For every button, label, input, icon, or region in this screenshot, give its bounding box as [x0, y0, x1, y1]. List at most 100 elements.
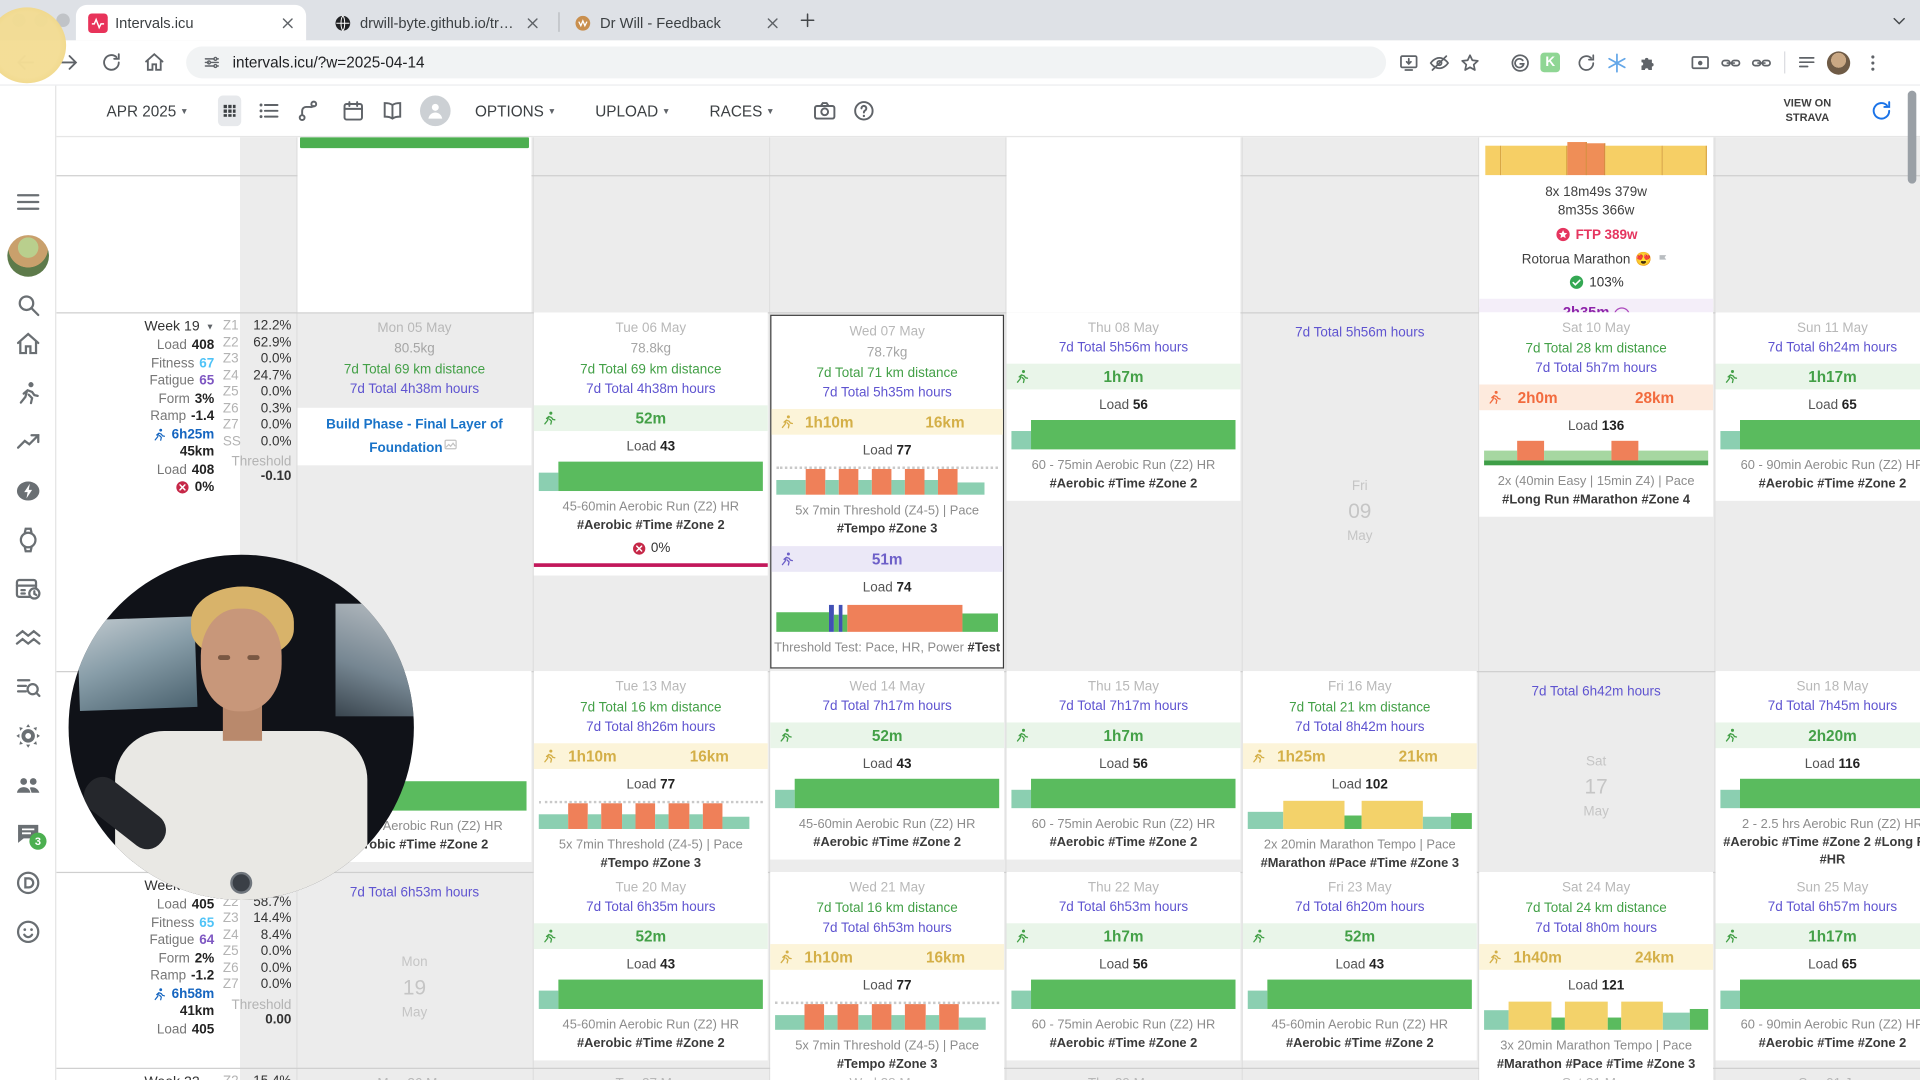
workout-card[interactable]: 52mLoad 4345-60min Aerobic Run (Z2) HR #…	[1243, 923, 1477, 1052]
browser-profile-avatar[interactable]	[1827, 51, 1850, 74]
calendar-grid-view-button[interactable]	[218, 96, 241, 127]
day-cell[interactable]: Thu 29 May	[1007, 1068, 1241, 1080]
refresh-extension-icon[interactable]	[1576, 52, 1597, 73]
upload-menu[interactable]: UPLOAD▼	[595, 102, 670, 119]
month-selector[interactable]: APR 2025▼	[107, 102, 189, 119]
close-icon[interactable]	[279, 14, 296, 31]
day-cell[interactable]: Sat 10 May7d Total 28 km distance7d Tota…	[1479, 312, 1713, 671]
chain-icon[interactable]	[1751, 52, 1772, 73]
day-cell[interactable]: Thu 22 May7d Total 6h53m hours1h7mLoad 5…	[1007, 872, 1241, 1068]
workout-card[interactable]: 1h7mLoad 5660 - 75min Aerobic Run (Z2) H…	[1007, 722, 1241, 851]
completed-workout-card[interactable]: 8x 18m49s 379w 8m35s 366w FTP 389w Rotor…	[1479, 137, 1713, 307]
previous-week-card[interactable]	[298, 137, 532, 312]
close-icon[interactable]	[764, 14, 781, 31]
workout-card[interactable]: 52mLoad 4345-60min Aerobic Run (Z2) HR #…	[534, 405, 768, 567]
day-cell[interactable]: 7d Total 6h53m hoursMon19May	[298, 872, 532, 1068]
puzzle-extensions-icon[interactable]	[1637, 52, 1658, 73]
workout-card[interactable]: 1h7mLoad 5660 - 75min Aerobic Run (Z2) H…	[1007, 364, 1241, 493]
workout-card[interactable]: 1h10m16kmLoad 775x 7min Threshold (Z4-5)…	[770, 944, 1004, 1073]
sidebar-item-community[interactable]	[15, 869, 42, 896]
view-on-strava-link[interactable]: VIEW ON STRAVA	[1772, 97, 1843, 125]
sidebar-item-search[interactable]	[15, 291, 42, 318]
athlete-avatar[interactable]	[420, 96, 451, 127]
sidebar-item-support[interactable]	[15, 918, 42, 945]
camera-icon[interactable]	[814, 99, 837, 122]
bookmark-star-icon[interactable]	[1460, 52, 1481, 73]
day-cell[interactable]: Fri 23 May7d Total 6h20m hours52mLoad 43…	[1243, 872, 1477, 1068]
close-icon[interactable]	[524, 14, 541, 31]
day-cell[interactable]: Thu 08 May7d Total 5h56m hours1h7mLoad 5…	[1007, 312, 1241, 671]
tab-intervals[interactable]: Intervals.icu	[76, 5, 306, 41]
workout-card[interactable]: 1h10m16kmLoad 775x 7min Threshold (Z4-5)…	[771, 409, 1002, 538]
day-cell[interactable]: Sun 18 May7d Total 7h45m hours2h20mLoad …	[1716, 671, 1920, 872]
sidebar-item-power[interactable]	[15, 478, 42, 505]
workout-card[interactable]: 1h25m21kmLoad 1022x 20min Marathon Tempo…	[1243, 743, 1477, 872]
workout-card[interactable]: 1h40m24kmLoad 1213x 20min Marathon Tempo…	[1479, 944, 1713, 1073]
day-cell[interactable]: Tue 20 May7d Total 6h35m hours52mLoad 43…	[534, 872, 768, 1068]
day-cell[interactable]: 7d Total 6h2m hours	[1243, 1068, 1477, 1080]
week-label[interactable]: Week 19▼	[118, 317, 215, 337]
day-cell[interactable]: Sat 31 May	[1479, 1068, 1713, 1080]
day-cell[interactable]: Tue 06 May78.8kg7d Total 69 km distance7…	[534, 312, 768, 671]
help-icon[interactable]	[853, 99, 876, 122]
cast-icon[interactable]	[1690, 52, 1711, 73]
day-cell[interactable]: Tue 13 May7d Total 16 km distance7d Tota…	[534, 671, 768, 872]
logbook-icon[interactable]	[381, 99, 404, 122]
list-view-button[interactable]	[257, 99, 280, 122]
sidebar-item-settings[interactable]	[15, 722, 42, 749]
scrollbar-thumb[interactable]	[1908, 91, 1917, 184]
day-cell[interactable]: 7d Total 5h56m hoursFri09May	[1243, 312, 1477, 671]
k-extension-icon[interactable]: K	[1540, 53, 1560, 73]
workout-card[interactable]: 2h20mLoad 1162 - 2.5 hrs Aerobic Run (Z2…	[1716, 722, 1920, 869]
workout-card[interactable]: 52mLoad 4345-60min Aerobic Run (Z2) HR #…	[770, 722, 1004, 851]
workout-card[interactable]: 1h17mLoad 6560 - 90min Aerobic Run (Z2) …	[1716, 923, 1920, 1052]
grammarly-extension-icon[interactable]	[1510, 52, 1531, 73]
route-view-button[interactable]	[296, 99, 319, 122]
refresh-icon[interactable]	[1870, 99, 1893, 122]
browser-menu-kebab-icon[interactable]	[1862, 52, 1883, 73]
day-cell[interactable]: Wed 21 May7d Total 16 km distance7d Tota…	[770, 872, 1004, 1068]
site-settings-icon[interactable]	[203, 54, 220, 71]
day-cell[interactable]: Wed 07 May78.7kg7d Total 71 km distance7…	[770, 315, 1004, 669]
sidebar-item-totals[interactable]	[15, 624, 42, 651]
day-cell[interactable]: Thu 15 May7d Total 7h17m hours1h7mLoad 5…	[1007, 671, 1241, 872]
week-label[interactable]: Week 22▼	[118, 1073, 215, 1080]
reload-icon[interactable]	[100, 51, 122, 73]
plan-note-link[interactable]: Build Phase - Final Layer of Foundation	[298, 408, 532, 465]
link-icon[interactable]	[1720, 52, 1741, 73]
tab-feedback[interactable]: Dr Will - Feedback	[561, 5, 791, 41]
snowflake-extension-icon[interactable]	[1607, 52, 1628, 73]
sidebar-item-activity-search[interactable]	[15, 673, 42, 700]
sidebar-item-athletes[interactable]	[15, 771, 42, 798]
tab-search-chevron-icon[interactable]	[1891, 12, 1908, 29]
sidebar-item-devices[interactable]	[15, 527, 42, 554]
sidebar-profile-avatar[interactable]	[7, 235, 49, 277]
day-cell[interactable]: Sun 01 Jun	[1716, 1068, 1920, 1080]
day-cell[interactable]: Sat 24 May7d Total 24 km distance7d Tota…	[1479, 872, 1713, 1068]
workout-card[interactable]: 1h17mLoad 6560 - 90min Aerobic Run (Z2) …	[1716, 364, 1920, 493]
eye-off-icon[interactable]	[1429, 52, 1450, 73]
day-cell[interactable]: Sun 11 May7d Total 6h24m hours1h17mLoad …	[1716, 312, 1920, 671]
workout-card[interactable]: 2h0m28kmLoad 1362x (40min Easy | 15min Z…	[1479, 384, 1713, 508]
day-cell[interactable]: Fri 16 May7d Total 21 km distance7d Tota…	[1243, 671, 1477, 872]
workout-card[interactable]: 1h7mLoad 5660 - 75min Aerobic Run (Z2) H…	[1007, 923, 1241, 1052]
sidebar-item-plan[interactable]	[15, 576, 42, 603]
new-tab-button[interactable]	[798, 11, 816, 29]
install-app-icon[interactable]	[1398, 52, 1419, 73]
sidebar-item-menu[interactable]	[15, 189, 42, 216]
sidebar-item-home[interactable]	[15, 331, 42, 358]
previous-week-card[interactable]	[1007, 137, 1241, 312]
day-cell[interactable]: Wed 28 May	[770, 1068, 1004, 1080]
sidebar-item-fitness[interactable]	[15, 429, 42, 456]
home-nav-icon[interactable]	[143, 51, 165, 73]
tab-github-training[interactable]: drwill-byte.github.io/training	[321, 5, 551, 41]
day-cell[interactable]: 7d Total 6h42m hoursSat17May	[1479, 671, 1713, 872]
workout-card[interactable]: 1h10m16kmLoad 775x 7min Threshold (Z4-5)…	[534, 743, 768, 872]
overlay-handle[interactable]	[230, 872, 252, 894]
day-cell[interactable]: Mon 26 May	[298, 1068, 532, 1080]
calendar-icon[interactable]	[342, 99, 365, 122]
options-menu[interactable]: OPTIONS▼	[475, 102, 556, 119]
race-name[interactable]: Rotorua Marathon 😍	[1479, 251, 1713, 267]
day-cell[interactable]: Wed 14 May7d Total 7h17m hours52mLoad 43…	[770, 671, 1004, 872]
day-cell[interactable]: Tue 27 May	[534, 1068, 768, 1080]
